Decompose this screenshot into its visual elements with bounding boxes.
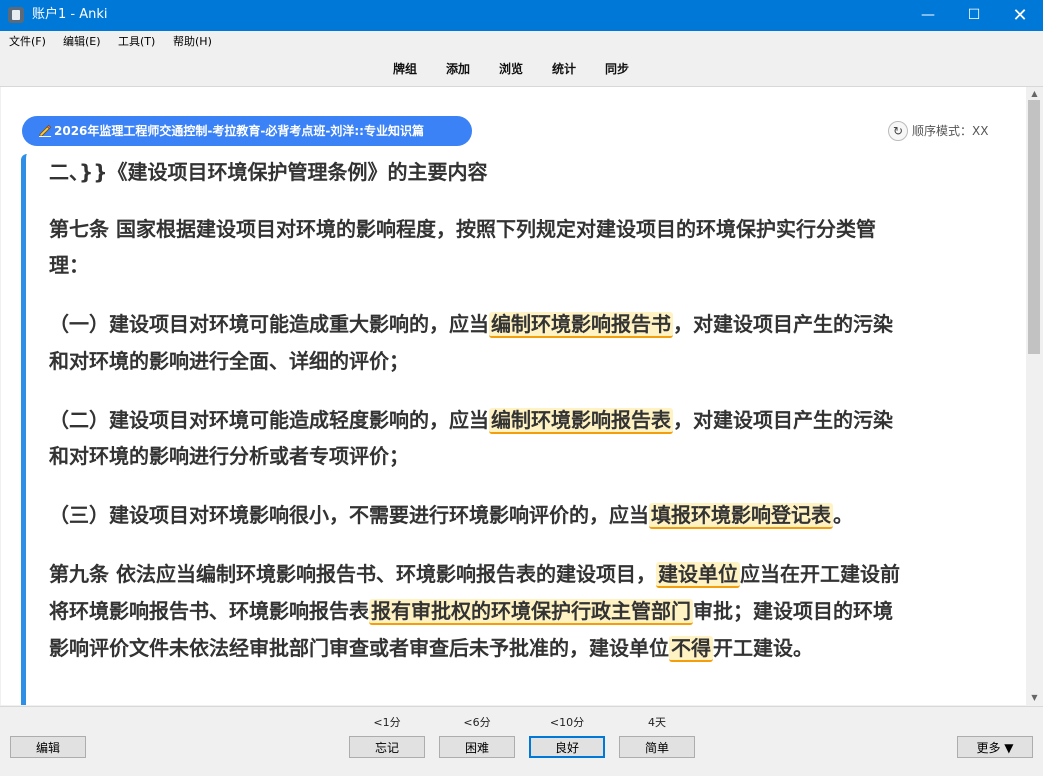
article-9-text-end: 审批；建设项目的环境 (693, 599, 893, 623)
pencil-icon (39, 124, 52, 137)
item-3-text-end: 。 (833, 503, 853, 527)
easy-button[interactable]: 简单 (619, 736, 695, 758)
menu-file[interactable]: 文件(F) (9, 35, 46, 49)
card-content: 二、}}《建设项目环境保护管理条例》的主要内容 第七条 国家根据建设项目对环境的… (21, 154, 1016, 705)
article-7-line-1: 第七条 国家根据建设项目对环境的影响程度，按照下列规定对建设项目的环境保护实行分… (49, 217, 876, 241)
good-interval: <10分 (549, 716, 585, 729)
anki-app-icon (8, 7, 24, 23)
card-view: 2026年监理工程师交通控制-考拉教育-必背考点班-刘洋::专业知识篇 ↻ 顺序… (1, 87, 1026, 705)
item-1-line-1: （一）建设项目对环境可能造成重大影响的，应当 编制环境影响报告书 ，对建设项目产生的… (49, 306, 893, 343)
hard-button[interactable]: 困难 (439, 736, 515, 758)
scroll-up-arrow-icon[interactable]: ▲ (1030, 89, 1039, 98)
answer-bar: 编辑 <1分 <6分 <10分 4天 忘记 困难 良好 简单 更多 ▼ (0, 706, 1043, 776)
toolbar-add[interactable]: 添加 (446, 62, 470, 76)
article-9-text: 第九条 依法应当编制环境影响报告书、环境影响报告表的建设项目， (49, 562, 656, 586)
item-2-line-1: （二）建设项目对环境可能造成轻度影响的，应当 编制环境影响报告表 ，对建设项目产生的… (49, 402, 893, 439)
menu-tools[interactable]: 工具(T) (118, 35, 155, 49)
edit-button[interactable]: 编辑 (10, 736, 86, 758)
deck-name-badge: 2026年监理工程师交通控制-考拉教育-必背考点班-刘洋::专业知识篇 (22, 116, 472, 146)
article-9-text-end: 应当在开工建设前 (739, 562, 900, 586)
more-button[interactable]: 更多 ▼ (957, 736, 1033, 758)
article-9-line-3: 影响评价文件未依法经审批部门审查或者审查后未予批准的，建设单位 不得 开工建设。 (49, 630, 813, 667)
scroll-down-arrow-icon[interactable]: ▼ (1030, 693, 1039, 702)
deck-name: 2026年监理工程师交通控制-考拉教育-必背考点班-刘洋::专业知识篇 (54, 124, 424, 138)
again-button[interactable]: 忘记 (349, 736, 425, 758)
item-3-text: （三）建设项目对环境影响很小，不需要进行环境影响评价的，应当 (49, 503, 649, 527)
item-2-line-2: 和对环境的影响进行分析或者专项评价； (49, 444, 409, 468)
toolbar-browse[interactable]: 浏览 (499, 62, 523, 76)
cloze-highlight: 编制环境影响报告书 (489, 312, 673, 338)
maximize-button[interactable]: ☐ (951, 0, 997, 31)
cloze-highlight: 建设单位 (655, 562, 740, 588)
scrollbar-thumb[interactable] (1028, 100, 1040, 354)
main-toolbar: 牌组 添加 浏览 统计 同步 (0, 53, 1043, 87)
item-2-text-end: ，对建设项目产生的污染 (673, 408, 893, 432)
vertical-scrollbar[interactable]: ▲ ▼ (1026, 87, 1043, 705)
menu-edit[interactable]: 编辑(E) (63, 35, 101, 49)
article-9-text: 影响评价文件未依法经审批部门审查或者审查后未予批准的，建设单位 (49, 636, 669, 660)
article-9-text-end: 开工建设。 (713, 636, 813, 660)
hard-interval: <6分 (463, 716, 491, 729)
menu-bar: 文件(F) 编辑(E) 工具(T) 帮助(H) (0, 31, 1043, 53)
good-button[interactable]: 良好 (529, 736, 605, 758)
item-2-text: （二）建设项目对环境可能造成轻度影响的，应当 (49, 408, 489, 432)
article-9-text: 将环境影响报告书、环境影响报告表 (49, 599, 369, 623)
item-3-line: （三）建设项目对环境影响很小，不需要进行环境影响评价的，应当 填报环境影响登记表。 (49, 497, 853, 534)
minimize-button[interactable]: — (905, 0, 951, 31)
item-1-line-2: 和对环境的影响进行全面、详细的评价； (49, 349, 409, 373)
item-1-text-end: ，对建设项目产生的污染 (673, 312, 893, 336)
item-1-text: （一）建设项目对环境可能造成重大影响的，应当 (49, 312, 489, 336)
menu-help[interactable]: 帮助(H) (173, 35, 212, 49)
close-button[interactable]: ✕ (997, 0, 1043, 31)
cloze-highlight: 报有审批权的环境保护行政主管部门 (369, 599, 693, 625)
cloze-highlight: 不得 (669, 636, 713, 662)
easy-interval: 4天 (648, 716, 666, 729)
toolbar-decks[interactable]: 牌组 (393, 62, 417, 76)
article-9-line-1: 第九条 依法应当编制环境影响报告书、环境影响报告表的建设项目， 建设单位 应当在开工… (49, 556, 900, 593)
cloze-highlight: 填报环境影响登记表 (649, 503, 833, 529)
toolbar-stats[interactable]: 统计 (552, 62, 576, 76)
window-title: 账户1 - Anki (32, 7, 108, 22)
toolbar-sync[interactable]: 同步 (605, 62, 629, 76)
cloze-highlight: 编制环境影响报告表 (489, 408, 673, 434)
article-9-line-2: 将环境影响报告书、环境影响报告表 报有审批权的环境保护行政主管部门 审批；建设项目的… (49, 593, 893, 630)
order-mode-label: 顺序模式：XX (912, 124, 989, 138)
article-7-line-2: 理： (49, 253, 89, 277)
card-heading: 二、}}《建设项目环境保护管理条例》的主要内容 (49, 160, 488, 184)
refresh-icon: ↻ (888, 121, 908, 141)
title-bar: 账户1 - Anki — ☐ ✕ (0, 0, 1043, 31)
again-interval: <1分 (373, 716, 401, 729)
